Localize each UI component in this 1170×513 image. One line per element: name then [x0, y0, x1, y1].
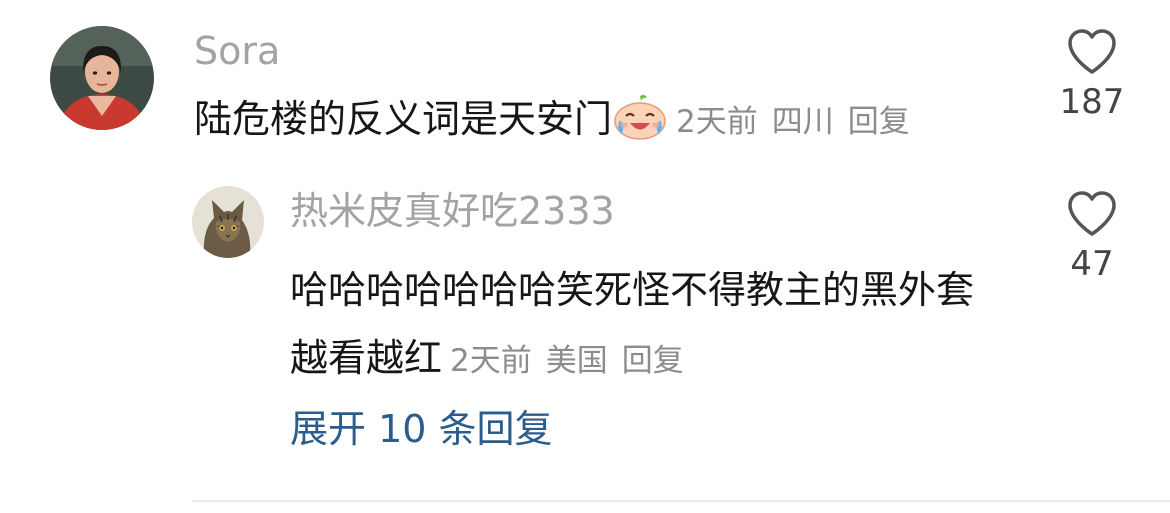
reply-like-button[interactable]: 47 [1052, 190, 1132, 284]
main-comment-like-button[interactable]: 187 [1052, 28, 1132, 122]
heart-icon[interactable] [1066, 190, 1118, 238]
reply-like-count: 47 [1070, 244, 1114, 284]
crying-laughing-sticker-icon [612, 94, 668, 140]
reply-meta: 2天前 美国 回复 [442, 343, 684, 379]
divider [192, 500, 1170, 502]
expand-replies-link[interactable]: 展开 10 条回复 [290, 406, 553, 452]
reply-avatar[interactable] [192, 186, 264, 258]
reply-body: 哈哈哈哈哈哈哈笑死怪不得教主的黑外套越看越红 2天前 美国 回复 [290, 256, 990, 395]
main-comment-avatar[interactable] [50, 26, 154, 130]
main-comment-like-count: 187 [1059, 82, 1125, 122]
main-comment-location: 四川 [771, 104, 834, 140]
heart-icon[interactable] [1066, 28, 1118, 76]
main-comment-text: 陆危楼的反义词是天安门 [194, 97, 613, 141]
reply-username[interactable]: 热米皮真好吃2333 [290, 188, 615, 234]
main-comment-time: 2天前 [676, 104, 758, 140]
main-comment-body: 陆危楼的反义词是天安门 2天前 四川 回复 [194, 94, 910, 145]
main-comment-username[interactable]: Sora [194, 28, 280, 74]
main-comment-reply-button[interactable]: 回复 [848, 104, 910, 140]
reply-reply-button[interactable]: 回复 [622, 343, 684, 379]
reply-time: 2天前 [450, 343, 532, 379]
main-comment-meta: 2天前 四川 回复 [668, 104, 910, 140]
reply-location: 美国 [545, 343, 608, 379]
